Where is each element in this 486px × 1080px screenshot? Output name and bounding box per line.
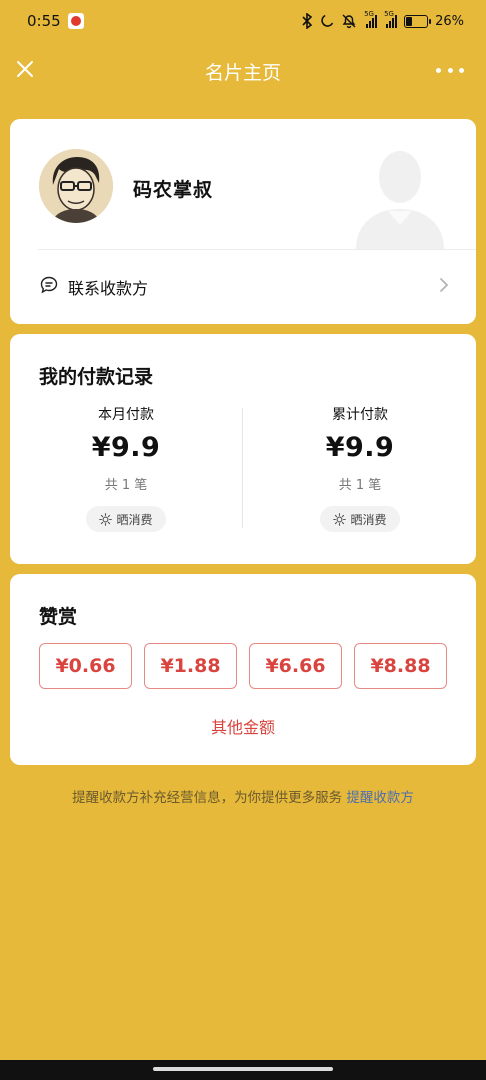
reward-card: 赞赏 ¥0.66 ¥1.88 ¥6.66 ¥8.88 其他金额 (10, 574, 476, 765)
reward-amount-options: ¥0.66 ¥1.88 ¥6.66 ¥8.88 (39, 643, 447, 689)
page-title: 名片主页 (204, 62, 281, 84)
status-time: 0:55 (27, 12, 61, 30)
total-payment-label: 累计付款 (332, 407, 388, 423)
monthly-payment-amount: ¥9.9 (91, 432, 161, 463)
payee-name: 码农掌叔 (133, 179, 214, 201)
status-bar: 0:55 5G 5G 26% (0, 0, 486, 44)
remind-payee-link[interactable]: 提醒收款方 (346, 790, 414, 806)
reward-amount-button[interactable]: ¥0.66 (39, 643, 132, 689)
share-spending-button-total[interactable]: 晒消费 (320, 506, 400, 532)
sun-icon (99, 512, 113, 526)
contact-payee-label: 联系收款方 (68, 279, 149, 298)
share-spending-label: 晒消费 (116, 512, 153, 527)
monthly-payment-stat: 本月付款 ¥9.9 共 1 笔 晒消费 (10, 404, 242, 532)
moon-icon (321, 14, 334, 27)
home-indicator-bar (0, 1060, 486, 1080)
avatar[interactable] (39, 149, 113, 223)
share-spending-label: 晒消费 (350, 512, 387, 527)
bluetooth-icon (302, 13, 313, 29)
person-silhouette-icon (356, 151, 444, 249)
home-indicator[interactable] (153, 1067, 333, 1071)
more-options-button[interactable] (436, 60, 464, 80)
total-payment-stat: 累计付款 ¥9.9 共 1 笔 晒消费 (244, 404, 476, 532)
contact-payee-row[interactable]: 联系收款方 (10, 250, 476, 324)
total-payment-count: 共 1 笔 (338, 478, 382, 493)
stat-divider (242, 408, 243, 528)
battery-percent: 26% (435, 13, 464, 29)
reward-amount-button[interactable]: ¥8.88 (354, 643, 447, 689)
footer-note: 提醒收款方补充经营信息，为你提供更多服务 提醒收款方 (0, 786, 486, 806)
chevron-right-icon (440, 278, 449, 292)
network-type-label: 5G (364, 10, 374, 18)
signal-icon-2: 5G (384, 10, 398, 28)
footer-note-text: 提醒收款方补充经营信息，为你提供更多服务 (72, 790, 343, 806)
reward-title: 赞赏 (39, 606, 78, 628)
network-type-label-2: 5G (384, 10, 394, 18)
mute-icon (342, 14, 356, 29)
total-payment-amount: ¥9.9 (325, 432, 395, 463)
payment-records-card: 我的付款记录 本月付款 ¥9.9 共 1 笔 晒消费 累计付款 ¥9.9 共 1… (10, 334, 476, 564)
chat-bubble-icon (40, 276, 58, 294)
signal-icon: 5G (364, 10, 378, 28)
reward-amount-button[interactable]: ¥6.66 (249, 643, 342, 689)
share-spending-button[interactable]: 晒消费 (86, 506, 166, 532)
avatar-portrait (39, 149, 113, 223)
other-amount-link[interactable]: 其他金额 (10, 714, 476, 738)
app-notification-icon (68, 13, 84, 29)
profile-card: 码农掌叔 联系收款方 (10, 119, 476, 324)
reward-amount-button[interactable]: ¥1.88 (144, 643, 237, 689)
battery-icon (404, 14, 432, 28)
monthly-payment-count: 共 1 笔 (104, 478, 148, 493)
nav-bar: 名片主页 (0, 44, 486, 98)
records-title: 我的付款记录 (39, 366, 154, 388)
sun-icon (333, 512, 347, 526)
monthly-payment-label: 本月付款 (98, 407, 154, 423)
